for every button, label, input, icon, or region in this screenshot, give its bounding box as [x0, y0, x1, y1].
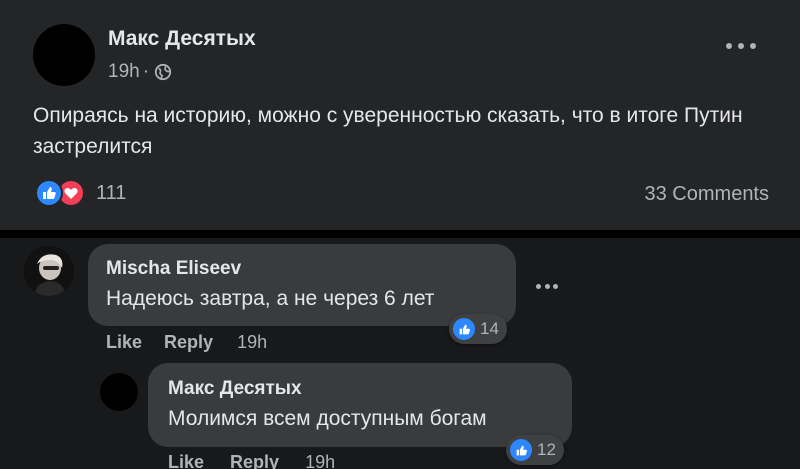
post-meta: 19h ·	[108, 61, 172, 83]
reply-avatar[interactable]	[100, 373, 138, 411]
comment-likes-badge[interactable]: 14	[449, 314, 507, 344]
reply-author-name[interactable]: Макс Десятых	[168, 378, 302, 400]
thumbs-up-icon	[453, 318, 475, 340]
post-card: Макс Десятых 19h · Опираясь на историю, …	[0, 0, 800, 230]
reply-timestamp[interactable]: 19h	[305, 452, 335, 469]
reply-like-button[interactable]: Like	[168, 452, 204, 469]
post-more-options-icon[interactable]	[726, 36, 756, 56]
post-author-name[interactable]: Макс Десятых	[108, 27, 256, 51]
post-author-avatar[interactable]	[33, 24, 95, 86]
reply-likes-badge[interactable]: 12	[506, 435, 564, 465]
comment-reply-button[interactable]: Reply	[164, 332, 213, 353]
meta-separator: ·	[142, 61, 150, 82]
reply-bubble	[148, 363, 572, 447]
globe-icon	[154, 63, 172, 81]
reply-text: Молимся всем доступным богам	[168, 407, 487, 430]
comment-actions: Like Reply 19h	[106, 332, 267, 353]
avatar-photo	[24, 246, 74, 296]
reply-actions: Like Reply 19h	[168, 452, 335, 469]
comment-more-options-icon[interactable]	[536, 282, 558, 290]
thumbs-up-icon	[510, 439, 532, 461]
comment-text: Надеюсь завтра, а не через 6 лет	[106, 287, 435, 310]
comments-count-link[interactable]: 33 Comments	[645, 183, 770, 206]
comment-like-button[interactable]: Like	[106, 332, 142, 353]
post-timestamp[interactable]: 19h	[108, 61, 140, 83]
reactions-count: 111	[96, 181, 127, 204]
comment-likes-count: 14	[480, 319, 499, 338]
reactions-summary[interactable]: 111	[35, 179, 126, 207]
comment-bubble	[88, 244, 516, 326]
reply-reply-button[interactable]: Reply	[230, 452, 279, 469]
comment-avatar[interactable]	[24, 246, 74, 296]
reply-likes-count: 12	[537, 440, 556, 459]
comment-timestamp[interactable]: 19h	[237, 332, 267, 353]
section-divider	[0, 230, 800, 238]
post-text: Опираясь на историю, можно с уверенность…	[33, 104, 743, 158]
like-reaction-icon	[35, 179, 63, 207]
comment-author-name[interactable]: Mischa Eliseev	[106, 258, 241, 280]
